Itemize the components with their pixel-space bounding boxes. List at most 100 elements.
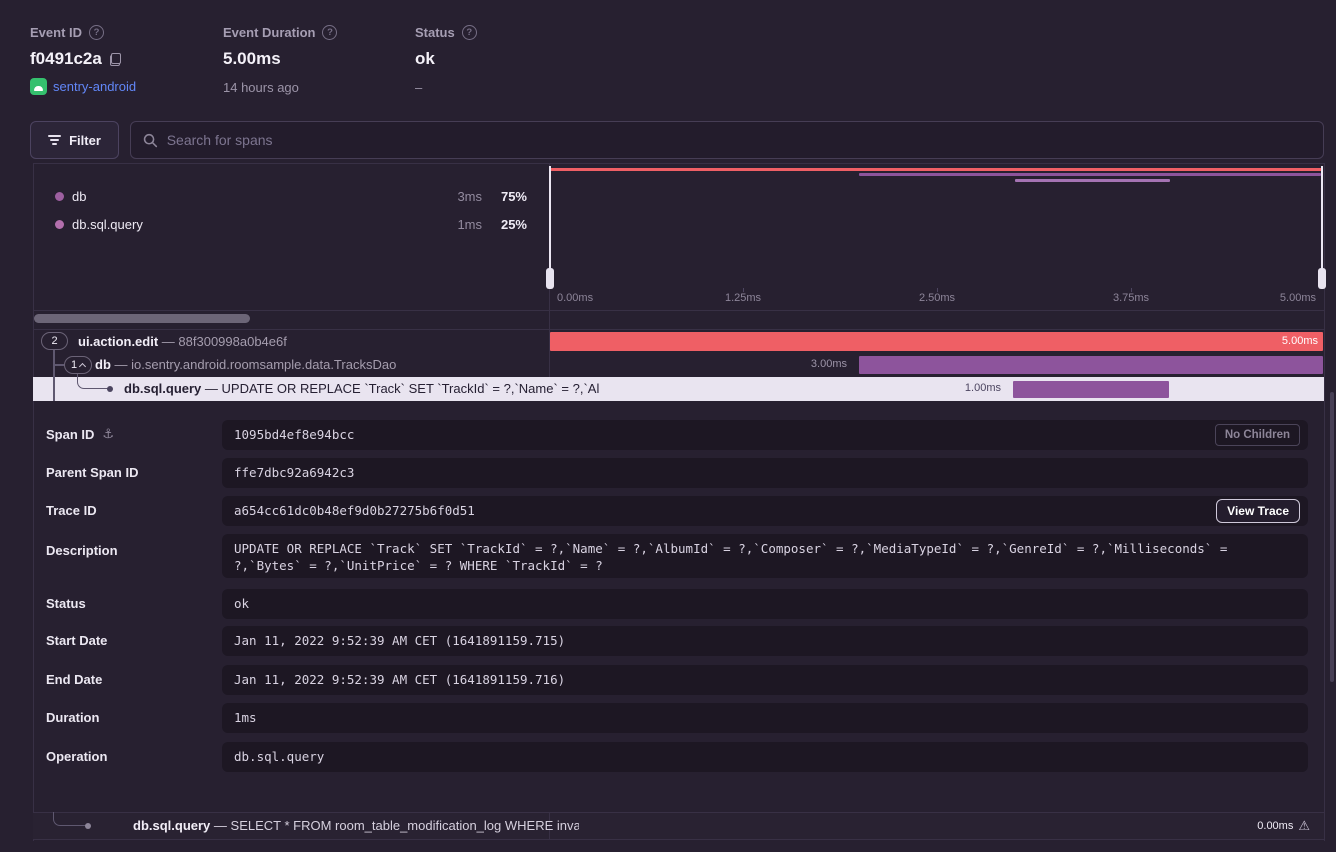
trace-id-value-box: a654cc61dc0b48ef9d0b27275b6f0d51 View Tr… [222, 496, 1308, 526]
status-sub: – [415, 80, 477, 95]
filter-button-label: Filter [69, 133, 101, 148]
end-date-label: End Date [46, 672, 102, 687]
parent-span-id-value: ffe7dbc92a6942c3 [234, 465, 354, 480]
span-detail-page: Event ID ? f0491c2a sentry-android Event… [0, 0, 1336, 852]
axis-tick-label: 5.00ms [1280, 292, 1316, 304]
legend-item-db-sql-query[interactable]: db.sql.query 1ms 25% [33, 210, 549, 238]
legend-dot [55, 220, 64, 229]
tree-guide-line [54, 364, 64, 366]
axis-tick-label: 2.50ms [919, 292, 955, 304]
minimap-right-handle[interactable] [1321, 166, 1323, 289]
event-duration-label: Event Duration [223, 25, 315, 40]
span-op: ui.action.edit [78, 334, 158, 349]
trace-id-value: a654cc61dc0b48ef9d0b27275b6f0d51 [234, 503, 475, 518]
span-duration: 5.00ms [1282, 332, 1318, 351]
span-op: db.sql.query [133, 818, 210, 833]
legend-percent: 25% [487, 217, 527, 232]
panel-border-left [33, 163, 34, 841]
end-date-value-box: Jan 11, 2022 9:52:39 AM CET (1641891159.… [222, 665, 1308, 695]
span-status-value: ok [234, 596, 249, 611]
filter-icon [48, 135, 61, 145]
help-icon[interactable]: ? [322, 25, 337, 40]
minimap-span-db-sql-query[interactable] [1015, 179, 1170, 182]
panel-border-top [33, 163, 1324, 164]
span-bar-db-sql-query[interactable] [1013, 381, 1169, 398]
event-id-label: Event ID [30, 25, 82, 40]
event-age: 14 hours ago [223, 80, 337, 95]
minimap-span-ui-action-edit[interactable] [550, 168, 1322, 171]
anchor-icon[interactable]: ⚓ [102, 427, 114, 442]
status-section: Status ? ok – [415, 25, 477, 95]
tree-horizontal-scrollbar[interactable] [34, 314, 250, 323]
event-duration-value: 5.00ms [223, 49, 281, 69]
span-row-db-sql-query-selected[interactable]: db.sql.query — UPDATE OR REPLACE `Track`… [33, 377, 1324, 401]
span-desc: — 88f300998a0b4e6f [162, 334, 287, 349]
legend-op: db.sql.query [72, 217, 143, 232]
span-desc: — SELECT * FROM room_table_modification_… [214, 818, 579, 833]
legend-percent: 75% [487, 189, 527, 204]
span-duration: 1.00ms [929, 382, 1001, 394]
span-id-value-box: 1095bd4ef8e94bcc No Children [222, 420, 1308, 450]
operation-label: Operation [46, 749, 107, 764]
span-duration: 3.00ms [775, 358, 847, 370]
divider [33, 310, 1324, 311]
start-date-label: Start Date [46, 633, 107, 648]
axis-tick-label: 0.00ms [557, 292, 593, 304]
span-id-label: Span ID [46, 427, 94, 442]
status-label: Status [415, 25, 455, 40]
start-date-value: Jan 11, 2022 9:52:39 AM CET (1641891159.… [234, 633, 565, 648]
search-input[interactable] [167, 132, 1311, 148]
span-status-value-box: ok [222, 589, 1308, 619]
project-link[interactable]: sentry-android [53, 79, 136, 94]
android-platform-icon [30, 78, 47, 95]
span-children-toggle[interactable]: 1 [64, 356, 92, 374]
span-row-db-sql-query-select[interactable]: db.sql.query — SELECT * FROM room_table_… [33, 812, 1324, 840]
description-value-box: UPDATE OR REPLACE `Track` SET `TrackId` … [222, 534, 1308, 578]
span-duration-value-box: 1ms [222, 703, 1308, 733]
minimap-span-db[interactable] [859, 173, 1321, 176]
vertical-scrollbar[interactable] [1330, 392, 1334, 682]
span-status-label: Status [46, 596, 86, 611]
no-children-badge: No Children [1215, 424, 1300, 446]
parent-span-id-value-box: ffe7dbc92a6942c3 [222, 458, 1308, 488]
span-duration-label: Duration [46, 710, 99, 725]
legend-item-db[interactable]: db 3ms 75% [33, 182, 549, 210]
axis-tick-label: 3.75ms [1113, 292, 1149, 304]
minimap-left-handle[interactable] [549, 166, 551, 289]
help-icon[interactable]: ? [89, 25, 104, 40]
legend-duration: 3ms [422, 189, 482, 204]
legend-dot [55, 192, 64, 201]
event-duration-section: Event Duration ? 5.00ms 14 hours ago [223, 25, 337, 95]
span-search [130, 121, 1324, 159]
legend-duration: 1ms [422, 217, 482, 232]
span-desc: — io.sentry.android.roomsample.data.Trac… [115, 357, 397, 372]
description-label: Description [46, 543, 118, 558]
span-duration-value: 1ms [234, 710, 257, 725]
span-bar-ui-action-edit[interactable]: 5.00ms [550, 332, 1323, 351]
trace-id-label: Trace ID [46, 503, 97, 518]
legend-op: db [72, 189, 86, 204]
panel-border-right [1324, 163, 1325, 841]
span-children-toggle[interactable]: 2 [41, 332, 68, 350]
operation-value-box: db.sql.query [222, 742, 1308, 772]
span-row-ui-action-edit[interactable]: 2 ui.action.edit — 88f300998a0b4e6f 5.00… [33, 330, 1324, 354]
filter-button[interactable]: Filter [30, 121, 119, 159]
help-icon[interactable]: ? [462, 25, 477, 40]
copy-icon[interactable] [110, 53, 121, 66]
span-bar-db[interactable] [859, 356, 1323, 374]
view-trace-button[interactable]: View Trace [1216, 499, 1300, 523]
chevron-up-icon [79, 362, 86, 369]
span-row-db[interactable]: 1 db — io.sentry.android.roomsample.data… [33, 353, 1324, 377]
span-duration: 0.00ms [1257, 820, 1293, 832]
end-date-value: Jan 11, 2022 9:52:39 AM CET (1641891159.… [234, 672, 565, 687]
event-id-value: f0491c2a [30, 49, 102, 69]
child-count: 1 [71, 359, 77, 371]
description-value: UPDATE OR REPLACE `Track` SET `TrackId` … [234, 541, 1227, 573]
event-id-section: Event ID ? f0491c2a sentry-android [30, 25, 136, 95]
search-icon [143, 133, 158, 148]
child-count: 2 [51, 335, 57, 347]
operation-value: db.sql.query [234, 749, 324, 764]
span-op: db [95, 357, 111, 372]
warning-icon: ⚠ [1298, 820, 1310, 833]
span-op: db.sql.query [124, 381, 201, 396]
